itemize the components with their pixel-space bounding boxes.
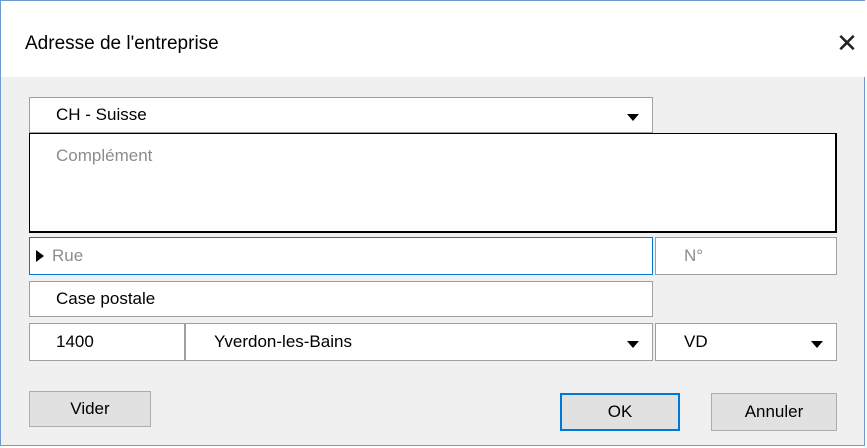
clear-button[interactable]: Vider bbox=[29, 391, 151, 427]
ok-button[interactable]: OK bbox=[560, 393, 680, 431]
po-box-value: Case postale bbox=[56, 289, 156, 308]
address-dialog: Adresse de l'entreprise ✕ CH - Suisse Co… bbox=[0, 0, 866, 446]
chevron-down-icon bbox=[627, 341, 639, 348]
canton-value: VD bbox=[684, 332, 708, 351]
street-placeholder: Rue bbox=[52, 246, 84, 265]
current-row-marker-icon bbox=[36, 250, 44, 262]
po-box-input[interactable]: Case postale bbox=[29, 281, 653, 317]
cancel-button[interactable]: Annuler bbox=[711, 393, 837, 431]
chevron-down-icon bbox=[627, 114, 639, 121]
complement-placeholder: Complément bbox=[56, 146, 153, 165]
street-number-input[interactable]: N° bbox=[655, 237, 837, 275]
complement-field[interactable]: Complément bbox=[29, 133, 837, 233]
street-number-placeholder: N° bbox=[684, 246, 704, 265]
zip-value: 1400 bbox=[56, 332, 94, 351]
dialog-title: Adresse de l'entreprise bbox=[25, 33, 219, 54]
title-bar: Adresse de l'entreprise ✕ bbox=[1, 1, 866, 77]
canton-select[interactable]: VD bbox=[655, 323, 837, 361]
country-select[interactable]: CH - Suisse bbox=[29, 97, 653, 133]
zip-input[interactable]: 1400 bbox=[29, 323, 185, 361]
close-icon[interactable]: ✕ bbox=[833, 27, 861, 59]
city-value: Yverdon-les-Bains bbox=[214, 332, 352, 351]
city-select[interactable]: Yverdon-les-Bains bbox=[185, 323, 653, 361]
street-input[interactable]: Rue bbox=[29, 237, 653, 275]
chevron-down-icon bbox=[811, 341, 823, 348]
country-value: CH - Suisse bbox=[56, 105, 147, 124]
